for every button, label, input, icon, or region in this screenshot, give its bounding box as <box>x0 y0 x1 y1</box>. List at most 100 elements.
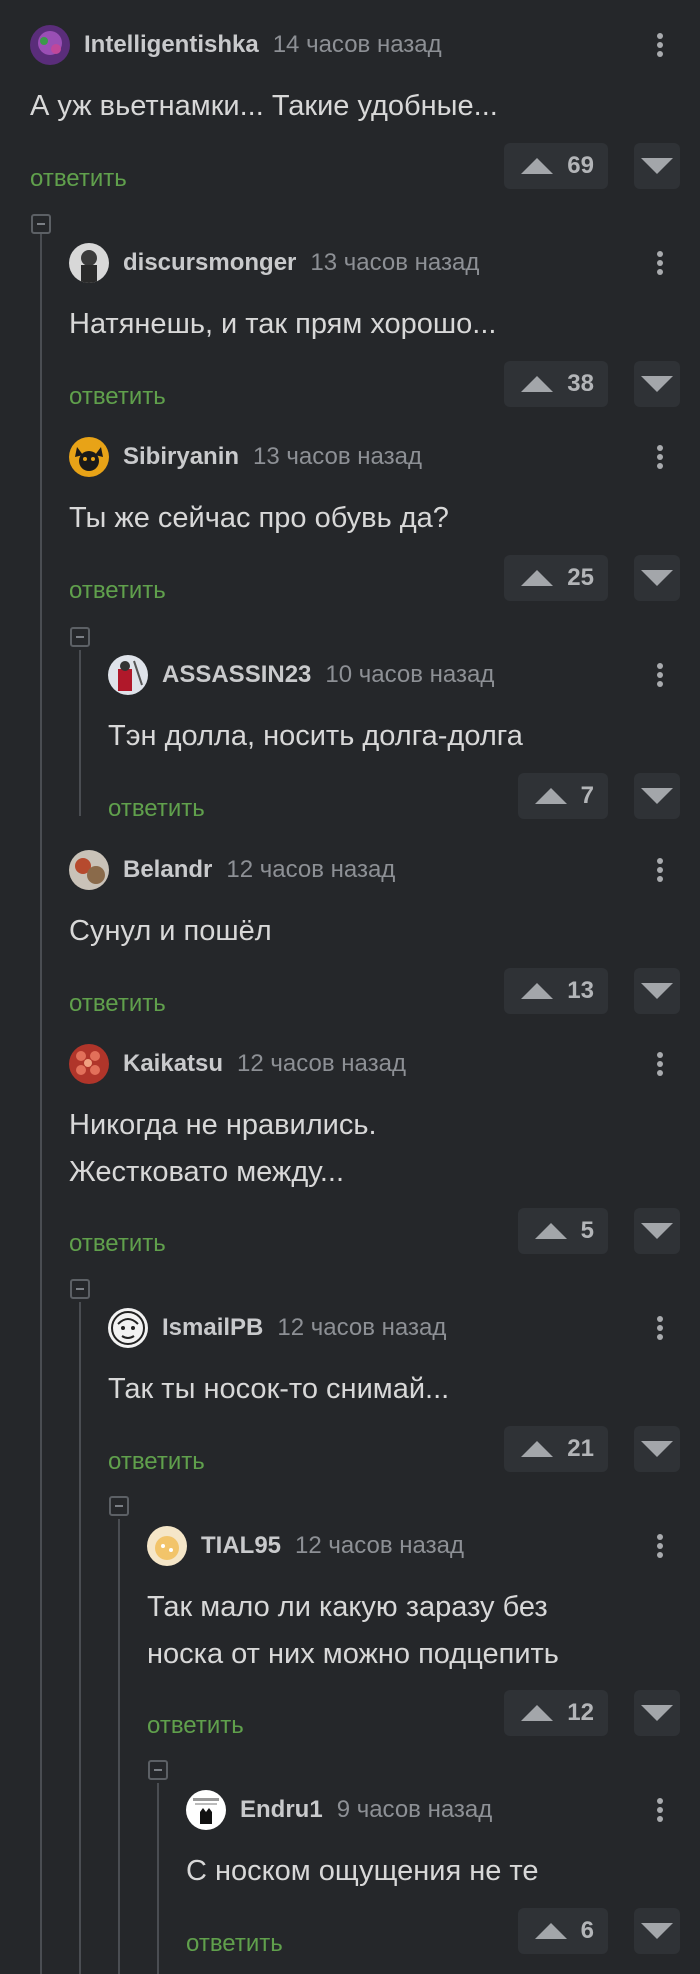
reply-link[interactable]: ответить <box>69 577 166 605</box>
avatar[interactable] <box>108 1308 148 1348</box>
comment: Endru1 9 часов назад С носком ощущения н… <box>186 1790 700 1960</box>
thread-line <box>157 1783 159 1974</box>
upvote-button[interactable]: 69 <box>504 143 608 189</box>
downvote-arrow-icon <box>641 983 673 999</box>
downvote-button[interactable] <box>634 555 680 601</box>
avatar[interactable] <box>186 1790 226 1830</box>
upvote-arrow-icon <box>521 1705 554 1721</box>
downvote-button[interactable] <box>634 1908 680 1954</box>
collapse-branch-button[interactable] <box>70 1279 90 1299</box>
username[interactable]: Endru1 <box>240 1796 323 1824</box>
more-options-icon[interactable] <box>652 852 668 888</box>
avatar[interactable] <box>69 850 109 890</box>
upvote-arrow-icon <box>534 1223 567 1239</box>
comment-text: Никогда не нравились. Жестковато между..… <box>69 1109 377 1188</box>
more-options-icon[interactable] <box>652 1528 668 1564</box>
avatar[interactable] <box>69 243 109 283</box>
downvote-arrow-icon <box>641 376 673 392</box>
reply-link[interactable]: ответить <box>30 165 127 193</box>
upvote-button[interactable]: 7 <box>518 773 608 819</box>
more-options-icon[interactable] <box>652 245 668 281</box>
more-options-icon[interactable] <box>652 1310 668 1346</box>
comment-text: Натянешь, и так прям хорошо... <box>69 308 497 340</box>
downvote-button[interactable] <box>634 1208 680 1254</box>
comment-header: Kaikatsu 12 часов назад <box>69 1044 406 1084</box>
upvote-button[interactable]: 6 <box>518 1908 608 1954</box>
downvote-button[interactable] <box>634 968 680 1014</box>
comment-text: Так ты носок-то снимай... <box>108 1373 450 1405</box>
reply-link[interactable]: ответить <box>108 1448 205 1476</box>
comment: discursmonger 13 часов назад Натянешь, и… <box>69 243 700 413</box>
downvote-button[interactable] <box>634 1426 680 1472</box>
comment: Intelligentishka 14 часов назад А уж вье… <box>30 25 700 195</box>
rating-count: 69 <box>567 152 594 179</box>
timestamp[interactable]: 9 часов назад <box>337 1796 493 1824</box>
downvote-button[interactable] <box>634 143 680 189</box>
timestamp[interactable]: 12 часов назад <box>237 1050 406 1078</box>
avatar[interactable] <box>30 25 70 65</box>
avatar[interactable] <box>147 1526 187 1566</box>
reply-link[interactable]: ответить <box>69 383 166 411</box>
reply-link[interactable]: ответить <box>186 1930 283 1958</box>
more-options-icon[interactable] <box>652 439 668 475</box>
username[interactable]: Intelligentishka <box>84 31 259 59</box>
rating-count: 5 <box>580 1217 594 1244</box>
comment-text: А уж вьетнамки... Такие удобные... <box>30 90 498 122</box>
upvote-arrow-icon <box>521 376 554 392</box>
downvote-button[interactable] <box>634 773 680 819</box>
timestamp[interactable]: 14 часов назад <box>273 31 442 59</box>
avatar[interactable] <box>69 437 109 477</box>
upvote-arrow-icon <box>521 158 554 174</box>
downvote-arrow-icon <box>641 1705 673 1721</box>
upvote-button[interactable]: 13 <box>504 968 608 1014</box>
username[interactable]: TIAL95 <box>201 1532 281 1560</box>
username[interactable]: discursmonger <box>123 249 296 277</box>
comment-header: Belandr 12 часов назад <box>69 850 395 890</box>
username[interactable]: IsmailPB <box>162 1314 263 1342</box>
reply-link[interactable]: ответить <box>108 795 205 823</box>
upvote-button[interactable]: 12 <box>504 1690 608 1736</box>
reply-link[interactable]: ответить <box>69 1230 166 1258</box>
upvote-arrow-icon <box>521 570 554 586</box>
timestamp[interactable]: 10 часов назад <box>325 661 494 689</box>
comment-header: Sibiryanin 13 часов назад <box>69 437 422 477</box>
more-options-icon[interactable] <box>652 657 668 693</box>
collapse-branch-button[interactable] <box>70 627 90 647</box>
avatar[interactable] <box>69 1044 109 1084</box>
upvote-button[interactable]: 5 <box>518 1208 608 1254</box>
timestamp[interactable]: 13 часов назад <box>253 443 422 471</box>
timestamp[interactable]: 12 часов назад <box>226 856 395 884</box>
username[interactable]: Sibiryanin <box>123 443 239 471</box>
username[interactable]: Belandr <box>123 856 212 884</box>
comment-thread: Intelligentishka 14 часов назад А уж вье… <box>0 0 700 1974</box>
collapse-branch-button[interactable] <box>109 1496 129 1516</box>
upvote-button[interactable]: 25 <box>504 555 608 601</box>
downvote-arrow-icon <box>641 1441 673 1457</box>
more-options-icon[interactable] <box>652 1046 668 1082</box>
upvote-button[interactable]: 38 <box>504 361 608 407</box>
collapse-branch-button[interactable] <box>148 1760 168 1780</box>
timestamp[interactable]: 13 часов назад <box>310 249 479 277</box>
collapse-branch-button[interactable] <box>31 214 51 234</box>
comment: Belandr 12 часов назад Сунул и пошёл отв… <box>69 850 700 1020</box>
comment-header: Endru1 9 часов назад <box>186 1790 492 1830</box>
timestamp[interactable]: 12 часов назад <box>277 1314 446 1342</box>
more-options-icon[interactable] <box>652 1792 668 1828</box>
downvote-arrow-icon <box>641 158 673 174</box>
timestamp[interactable]: 12 часов назад <box>295 1532 464 1560</box>
downvote-button[interactable] <box>634 361 680 407</box>
thread-line <box>40 232 42 1974</box>
downvote-arrow-icon <box>641 788 673 804</box>
reply-link[interactable]: ответить <box>69 990 166 1018</box>
downvote-button[interactable] <box>634 1690 680 1736</box>
more-options-icon[interactable] <box>652 27 668 63</box>
rating-count: 7 <box>580 782 594 809</box>
avatar[interactable] <box>108 655 148 695</box>
username[interactable]: ASSASSIN23 <box>162 661 311 689</box>
upvote-button[interactable]: 21 <box>504 1426 608 1472</box>
rating-count: 12 <box>567 1699 594 1726</box>
reply-link[interactable]: ответить <box>147 1712 244 1740</box>
username[interactable]: Kaikatsu <box>123 1050 223 1078</box>
comment-text: Тэн долла, носить долга-долга <box>108 720 523 752</box>
comment: TIAL95 12 часов назад Так мало ли какую … <box>147 1526 700 1740</box>
